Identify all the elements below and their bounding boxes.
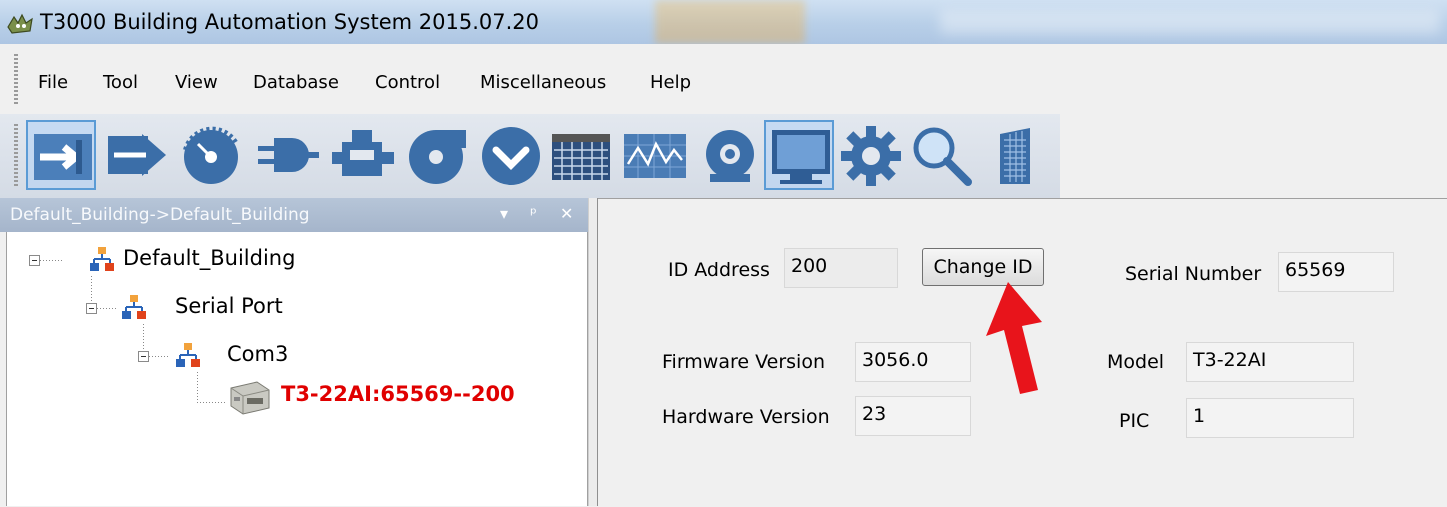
- window-title: T3000 Building Automation System 2015.07…: [40, 10, 540, 34]
- toolbar-grip[interactable]: [14, 124, 18, 186]
- blurred-text-area: [940, 10, 1440, 34]
- menu-grip[interactable]: [14, 54, 18, 106]
- panel-splitter[interactable]: [588, 198, 598, 506]
- toolbar: [0, 114, 1060, 199]
- tree-node-serial-port[interactable]: Serial Port: [175, 294, 283, 318]
- tree-line: [97, 308, 117, 309]
- connect-arrow-icon[interactable]: [26, 120, 96, 190]
- network-icon: [90, 247, 114, 271]
- red-annotation-arrow-icon: [986, 282, 1042, 394]
- tree-line: [40, 260, 62, 261]
- serial-number-label: Serial Number: [1125, 263, 1262, 285]
- menu-file[interactable]: File: [38, 72, 68, 93]
- collapse-serial-port-icon[interactable]: [86, 303, 97, 314]
- model-label: Model: [1107, 351, 1165, 373]
- menu-bar: File Tool View Database Control Miscella…: [0, 44, 1447, 114]
- app-logo-icon: [7, 13, 33, 34]
- tree-line: [149, 356, 169, 357]
- menu-control[interactable]: Control: [375, 72, 440, 93]
- valve-icon[interactable]: [328, 120, 398, 190]
- tree-line: [197, 402, 225, 403]
- serial-number-field[interactable]: 65569: [1278, 252, 1394, 292]
- alarm-bell-icon[interactable]: [694, 120, 764, 190]
- arrow-right-icon[interactable]: [100, 120, 170, 190]
- blurred-taskbar-area: [655, 0, 805, 44]
- tree-panel-header: Default_Building->Default_Building ▾ ᵖ ✕: [0, 198, 588, 232]
- menu-database[interactable]: Database: [253, 72, 339, 93]
- tree-node-device[interactable]: T3-22AI:65569--200: [281, 382, 515, 406]
- panel-title: Default_Building->Default_Building: [10, 205, 310, 225]
- network-icon: [122, 295, 146, 319]
- menu-view[interactable]: View: [175, 72, 218, 93]
- pic-field[interactable]: 1: [1186, 398, 1354, 438]
- fan-icon[interactable]: [402, 120, 472, 190]
- menu-tool[interactable]: Tool: [103, 72, 138, 93]
- panel-dropdown-icon[interactable]: ▾: [500, 204, 508, 223]
- collapse-com3-icon[interactable]: [138, 351, 149, 362]
- id-address-field[interactable]: 200: [784, 248, 898, 288]
- network-icon: [176, 343, 200, 367]
- controller-device-icon: [230, 381, 270, 415]
- firmware-version-label: Firmware Version: [662, 351, 825, 373]
- panel-close-icon[interactable]: ✕: [560, 204, 573, 223]
- id-address-label: ID Address: [668, 259, 770, 281]
- gear-icon[interactable]: [836, 120, 906, 190]
- tree-node-building[interactable]: Default_Building: [123, 246, 295, 270]
- trend-graph-icon[interactable]: [620, 120, 690, 190]
- monitor-icon[interactable]: [764, 120, 834, 190]
- calendar-icon[interactable]: [546, 120, 616, 190]
- title-bar: T3000 Building Automation System 2015.07…: [0, 0, 1447, 44]
- tree-line: [143, 324, 144, 352]
- collapse-building-icon[interactable]: [29, 255, 40, 266]
- menu-help[interactable]: Help: [650, 72, 691, 93]
- tree-line: [91, 276, 92, 304]
- tree-node-com3[interactable]: Com3: [227, 342, 288, 366]
- tree-line: [197, 372, 198, 402]
- building-icon[interactable]: [980, 120, 1050, 190]
- pic-label: PIC: [1119, 410, 1150, 432]
- gauge-icon[interactable]: [176, 120, 246, 190]
- panel-pin-icon[interactable]: ᵖ: [530, 204, 537, 223]
- plug-icon[interactable]: [252, 120, 322, 190]
- model-field[interactable]: T3-22AI: [1186, 342, 1354, 382]
- search-icon[interactable]: [906, 120, 976, 190]
- menu-miscellaneous[interactable]: Miscellaneous: [480, 72, 606, 93]
- building-tree: Default_Building Serial Port Com3 T3-22A…: [6, 232, 588, 506]
- hardware-version-label: Hardware Version: [662, 406, 830, 428]
- firmware-version-field[interactable]: 3056.0: [855, 342, 971, 382]
- chevron-circle-icon[interactable]: [476, 120, 546, 190]
- hardware-version-field[interactable]: 23: [855, 396, 971, 436]
